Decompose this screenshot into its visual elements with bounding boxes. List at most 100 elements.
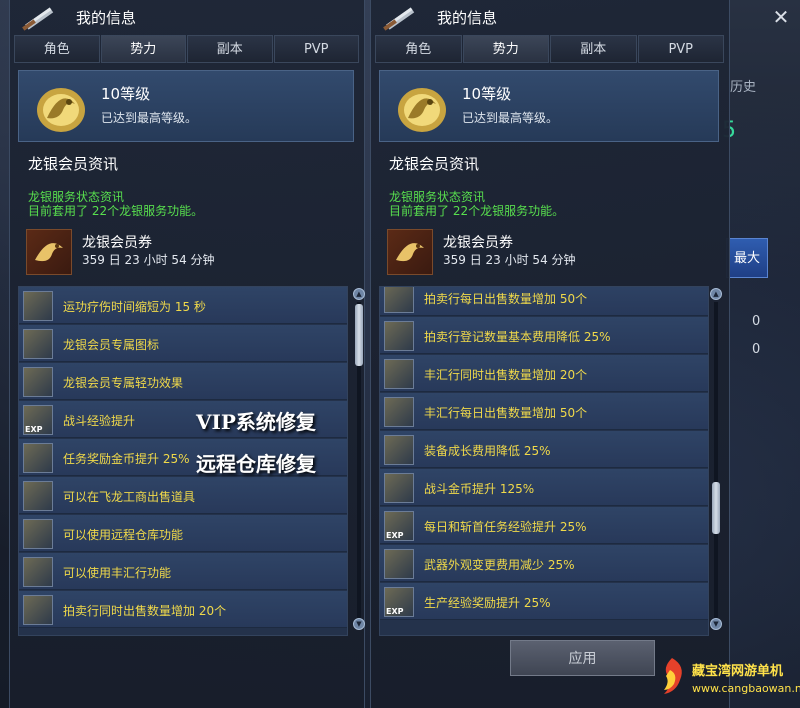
list-item[interactable]: EXP 生产经验奖励提升 25%	[380, 583, 708, 620]
scroll-track[interactable]	[714, 302, 718, 618]
list-item[interactable]: 可以使用丰汇行功能	[19, 553, 347, 590]
titlebar[interactable]: 我的信息	[371, 0, 729, 34]
list-item[interactable]: 龙银会员专属轻功效果	[19, 363, 347, 400]
list-item-label: 丰汇行同时出售数量增加 20个	[424, 368, 588, 382]
meditation-icon	[23, 291, 53, 321]
tab-pvp[interactable]: PVP	[273, 35, 359, 63]
list-item[interactable]: EXP 每日和斩首任务经验提升 25%	[380, 507, 708, 544]
list-item-label: 可以使用远程仓库功能	[63, 528, 184, 542]
tab-dungeon[interactable]: 副本	[550, 35, 637, 63]
level-title: 10等级	[462, 85, 512, 103]
list-item[interactable]: 龙银会员专属图标	[19, 325, 347, 362]
list-item-label: 丰汇行每日出售数量增加 50个	[424, 406, 588, 420]
site-branding: 藏宝湾网游单机 www.cangbaowan.net	[656, 654, 800, 704]
scrollbar-left[interactable]: ▲ ▼	[352, 286, 366, 634]
crossed-swords-icon	[383, 7, 415, 31]
list-item[interactable]: 丰汇行每日出售数量增加 50个	[380, 393, 708, 430]
scroll-down-icon[interactable]: ▼	[353, 618, 365, 630]
dragon-emblem-icon	[37, 88, 85, 132]
membership-section-title: 龙银会员资讯	[28, 155, 119, 173]
list-item-label: 生产经验奖励提升 25%	[424, 596, 551, 610]
list-item-label: 龙银会员专属图标	[63, 338, 160, 352]
brand-url: www.cangbaowan.net	[692, 682, 800, 695]
tab-character[interactable]: 角色	[14, 35, 100, 63]
scrollbar-right[interactable]: ▲ ▼	[709, 286, 723, 634]
brand-logo-icon	[664, 658, 682, 694]
list-item-label: 运功疗伤时间缩短为 15 秒	[63, 300, 206, 314]
list-item-label: 任务奖励金币提升 25%	[63, 452, 190, 466]
trade-house-icon	[384, 397, 414, 427]
auction-icon	[23, 595, 53, 625]
scroll-down-icon[interactable]: ▼	[710, 618, 722, 630]
tab-character[interactable]: 角色	[375, 35, 462, 63]
coupon-dragon-icon	[387, 229, 433, 275]
list-item[interactable]: 拍卖行同时出售数量增加 20个	[19, 591, 347, 628]
exp-icon: EXP	[23, 405, 53, 435]
list-item-label: 武器外观变更费用减少 25%	[424, 558, 575, 572]
scroll-thumb[interactable]	[712, 482, 720, 534]
scroll-up-icon[interactable]: ▲	[353, 288, 365, 300]
list-item[interactable]: 可以使用远程仓库功能	[19, 515, 347, 552]
background-value-1: 0	[752, 314, 761, 329]
list-item[interactable]: 拍卖行登记数量基本费用降低 25%	[380, 317, 708, 354]
service-count-text: 目前套用了 22个龙银服务功能。	[28, 204, 204, 218]
list-item[interactable]: 装备成长费用降低 25%	[380, 431, 708, 468]
scroll-thumb[interactable]	[355, 304, 363, 366]
auction-fee-icon	[384, 321, 414, 351]
tab-faction[interactable]: 势力	[462, 35, 549, 63]
coupon-remaining-time: 359 日 23 小时 54 分钟	[443, 253, 576, 267]
level-title: 10等级	[101, 85, 151, 103]
level-subtitle: 已达到最高等级。	[462, 111, 559, 125]
list-item[interactable]: 战斗金币提升 125%	[380, 469, 708, 506]
weapon-icon	[384, 549, 414, 579]
qinggong-icon	[23, 367, 53, 397]
overlay-caption-vip: VIP系统修复	[196, 410, 316, 434]
coupon-dragon-icon	[26, 229, 72, 275]
craft-exp-icon: EXP	[384, 587, 414, 617]
info-panel-left: 我的信息 角色 势力 副本 PVP 10等级 已达到最高等级。 龙银会员资讯 龙…	[9, 0, 365, 708]
close-button[interactable]: ✕	[770, 6, 792, 28]
level-box: 10等级 已达到最高等级。	[379, 70, 719, 142]
tab-faction[interactable]: 势力	[100, 35, 186, 63]
list-item[interactable]: 丰汇行同时出售数量增加 20个	[380, 355, 708, 392]
membership-section-title: 龙银会员资讯	[389, 155, 480, 173]
level-subtitle: 已达到最高等级。	[101, 111, 198, 125]
apply-button[interactable]: 应用	[510, 640, 655, 676]
list-item[interactable]: 运功疗伤时间缩短为 15 秒	[19, 287, 347, 324]
list-item-label: 可以使用丰汇行功能	[63, 566, 172, 580]
list-item-label: 拍卖行登记数量基本费用降低 25%	[424, 330, 611, 344]
background-value-2: 0	[752, 342, 761, 357]
tab-pvp[interactable]: PVP	[637, 35, 724, 63]
benefit-list-right[interactable]: 拍卖行每日出售数量增加 50个拍卖行登记数量基本费用降低 25% 丰汇行同时出售数…	[379, 286, 709, 636]
list-item[interactable]: 拍卖行每日出售数量增加 50个	[380, 287, 708, 316]
level-box: 10等级 已达到最高等级。	[18, 70, 354, 142]
titlebar[interactable]: 我的信息	[10, 0, 364, 34]
scroll-up-icon[interactable]: ▲	[710, 288, 722, 300]
merchant-icon	[23, 481, 53, 511]
coupon-title: 龙银会员券	[443, 235, 513, 251]
quest-exp-icon: EXP	[384, 511, 414, 541]
crossed-swords-icon	[22, 7, 54, 31]
list-item-label: 每日和斩首任务经验提升 25%	[424, 520, 587, 534]
gold-icon	[384, 473, 414, 503]
exp-tag: EXP	[386, 607, 404, 616]
list-item-label: 战斗经验提升	[63, 414, 136, 428]
max-button[interactable]: 最大	[726, 238, 768, 278]
trade-house-icon	[23, 557, 53, 587]
window-title: 我的信息	[76, 9, 137, 27]
list-item-label: 战斗金币提升 125%	[424, 482, 535, 496]
coupon-title: 龙银会员券	[82, 235, 152, 251]
exp-tag: EXP	[25, 425, 43, 434]
list-item[interactable]: 可以在飞龙工商出售道具	[19, 477, 347, 514]
list-item-label: 龙银会员专属轻功效果	[63, 376, 184, 390]
window-title: 我的信息	[437, 9, 498, 27]
tab-dungeon[interactable]: 副本	[187, 35, 273, 63]
list-item-label: 装备成长费用降低 25%	[424, 444, 551, 458]
list-item[interactable]: 武器外观变更费用减少 25%	[380, 545, 708, 582]
warehouse-icon	[23, 519, 53, 549]
list-item-label: 拍卖行同时出售数量增加 20个	[63, 604, 227, 618]
tab-bar: 角色 势力 副本 PVP	[375, 35, 725, 63]
dragon-badge-icon	[23, 329, 53, 359]
brand-name: 藏宝湾网游单机	[692, 664, 784, 679]
background-tab-label: 历史	[730, 80, 757, 95]
